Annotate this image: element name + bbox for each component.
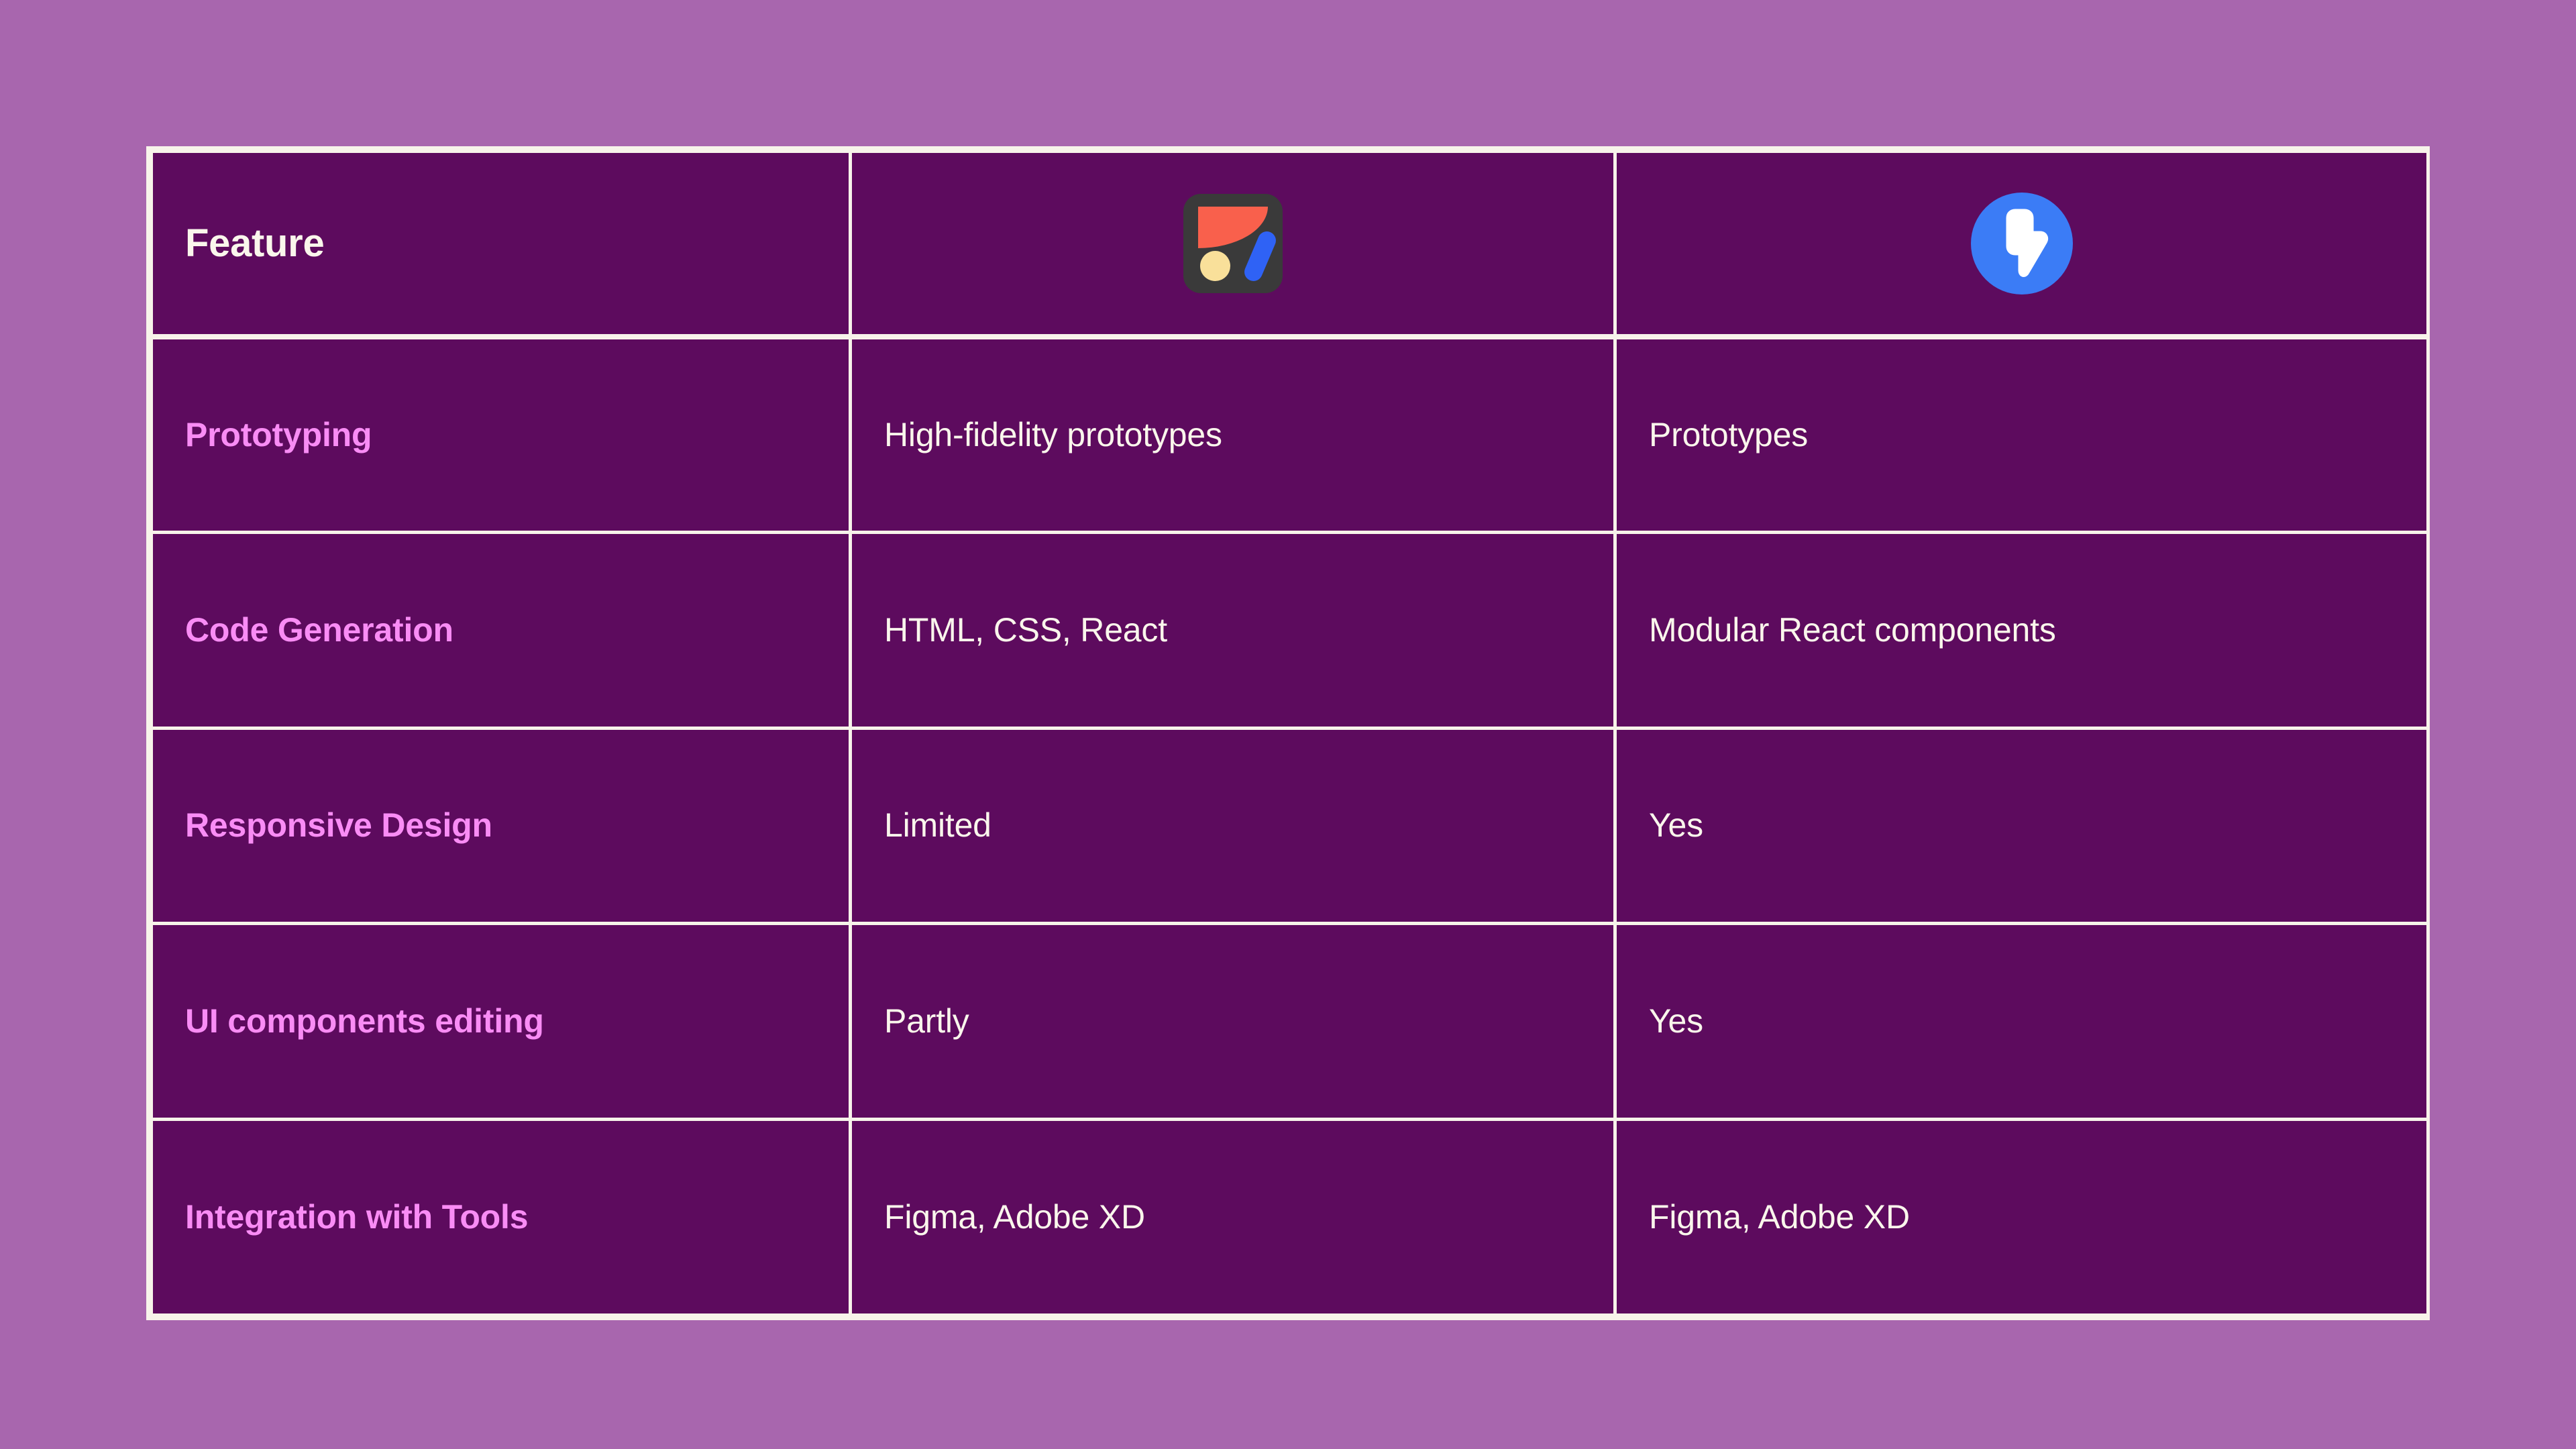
feature-label: Code Generation (185, 610, 453, 649)
feature-label: Prototyping (185, 415, 372, 453)
logo-wrapper-b (1649, 192, 2394, 294)
table-row: Prototyping High-fidelity prototypes Pro… (150, 335, 2430, 534)
feature-label: Integration with Tools (185, 1198, 529, 1236)
row-feature-label-cell: UI components editing (150, 922, 852, 1122)
table-row: Code Generation HTML, CSS, React Modular… (150, 530, 2430, 730)
row-feature-label-cell: Responsive Design (150, 726, 852, 926)
header-cell-tool-a (849, 150, 1617, 339)
row-value-cell-b: Prototypes (1613, 335, 2430, 534)
feature-label: UI components editing (185, 1002, 544, 1040)
framer-bar-shape (1241, 228, 1279, 284)
cell-value: Limited (884, 806, 991, 845)
table-header-row: Feature (150, 150, 2430, 339)
row-feature-label-cell: Prototyping (150, 335, 852, 534)
cell-value: Figma, Adobe XD (1649, 1198, 1910, 1236)
cell-value: HTML, CSS, React (884, 610, 1167, 649)
comparison-table-container: Feature Prototyping High-fidelity protot… (146, 146, 2430, 1320)
row-value-cell-b: Yes (1613, 922, 2430, 1122)
cell-value: Modular React components (1649, 610, 2056, 649)
table-row: Integration with Tools Figma, Adobe XD F… (150, 1118, 2430, 1317)
page-title: Feature (185, 221, 325, 265)
header-cell-feature: Feature (150, 150, 852, 339)
table-row: UI components editing Partly Yes (150, 922, 2430, 1122)
comparison-table: Feature Prototyping High-fidelity protot… (150, 150, 2430, 1317)
feature-label: Responsive Design (185, 806, 492, 845)
cell-value: Yes (1649, 806, 1703, 845)
cell-value: Yes (1649, 1002, 1703, 1040)
row-feature-label-cell: Code Generation (150, 530, 852, 730)
cell-value: High-fidelity prototypes (884, 415, 1222, 453)
row-value-cell-b: Yes (1613, 726, 2430, 926)
cell-value: Prototypes (1649, 415, 1809, 453)
row-value-cell-a: Limited (849, 726, 1617, 926)
table-row: Responsive Design Limited Yes (150, 726, 2430, 926)
page-canvas: Feature Prototyping High-fidelity protot… (0, 0, 2576, 1449)
header-cell-tool-b (1613, 150, 2430, 339)
row-feature-label-cell: Integration with Tools (150, 1118, 852, 1317)
row-value-cell-a: Figma, Adobe XD (849, 1118, 1617, 1317)
row-value-cell-b: Figma, Adobe XD (1613, 1118, 2430, 1317)
cell-value: Partly (884, 1002, 969, 1040)
row-value-cell-a: HTML, CSS, React (849, 530, 1617, 730)
logo-wrapper-a (884, 193, 1581, 293)
row-value-cell-b: Modular React components (1613, 530, 2430, 730)
blue-lightning-bolt-circle-icon (1970, 192, 2073, 294)
cell-value: Figma, Adobe XD (884, 1198, 1145, 1236)
row-value-cell-a: High-fidelity prototypes (849, 335, 1617, 534)
table-body: Prototyping High-fidelity prototypes Pro… (150, 335, 2430, 1317)
framer-dot-shape (1199, 250, 1230, 281)
row-value-cell-a: Partly (849, 922, 1617, 1122)
framer-logo-icon (1183, 193, 1283, 293)
